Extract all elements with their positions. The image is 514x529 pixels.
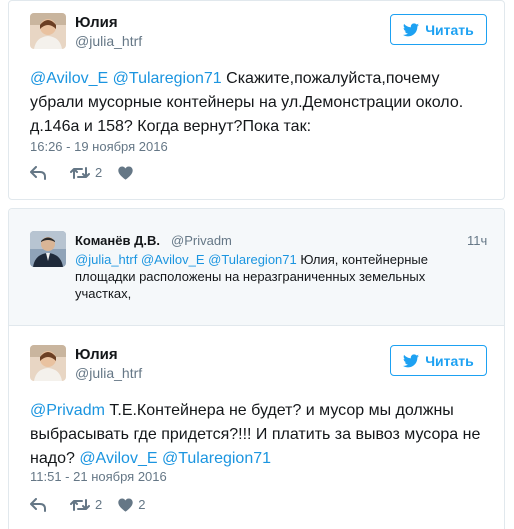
- retweet-button[interactable]: 2: [70, 497, 102, 512]
- follow-button[interactable]: Читать: [390, 14, 487, 45]
- reply-button[interactable]: [30, 165, 46, 180]
- mention-link[interactable]: @julia_htrf: [75, 252, 137, 267]
- quoted-time[interactable]: 11ч: [467, 233, 487, 248]
- author-handle[interactable]: @julia_htrf: [75, 33, 142, 49]
- mention-link[interactable]: @Tularegion71: [208, 252, 297, 267]
- quoted-avatar[interactable]: [30, 231, 66, 267]
- twitter-bird-icon: [403, 353, 420, 367]
- reply-icon: [30, 165, 46, 180]
- mention-link[interactable]: @Avilov_E: [79, 450, 157, 467]
- tweet-card-reply: Команёв Д.В. @Privadm 11ч @julia_htrf @A…: [8, 208, 505, 529]
- quoted-tweet-text: @julia_htrf @Avilov_E @Tularegion71 Юлия…: [75, 251, 475, 302]
- tweet-card: Юлия @julia_htrf Читать @Avilov_E @Tular…: [8, 0, 505, 200]
- retweet-button[interactable]: 2: [70, 165, 102, 180]
- avatar[interactable]: [30, 345, 66, 381]
- avatar[interactable]: [30, 13, 66, 49]
- author-handle[interactable]: @julia_htrf: [75, 365, 142, 381]
- retweet-icon: [70, 498, 90, 511]
- mention-link[interactable]: @Avilov_E: [30, 70, 108, 87]
- like-button[interactable]: 2: [118, 497, 145, 512]
- twitter-bird-icon: [403, 22, 420, 36]
- follow-button[interactable]: Читать: [390, 345, 487, 376]
- mention-link[interactable]: @Avilov_E: [141, 252, 205, 267]
- quoted-author-handle[interactable]: @Privadm: [171, 233, 232, 248]
- follow-button-label: Читать: [425, 352, 474, 369]
- heart-icon: [118, 497, 133, 512]
- timestamp[interactable]: 11:51 - 21 ноября 2016: [30, 469, 167, 484]
- follow-button-label: Читать: [425, 21, 474, 38]
- tweet-text: @Avilov_E @Tularegion71 Скажите,пожалуйс…: [30, 67, 475, 139]
- tweet-actions: 2: [30, 165, 133, 180]
- mention-link[interactable]: @Tularegion71: [162, 450, 271, 467]
- heart-icon: [118, 165, 133, 180]
- retweet-count: 2: [95, 165, 103, 180]
- author-name[interactable]: Юлия: [75, 14, 118, 31]
- like-count: 2: [138, 497, 146, 512]
- like-button[interactable]: [118, 165, 133, 180]
- mention-link[interactable]: @Tularegion71: [113, 70, 222, 87]
- retweet-count: 2: [95, 497, 103, 512]
- mention-link[interactable]: @Privadm: [30, 402, 105, 419]
- reply-button[interactable]: [30, 497, 46, 512]
- retweet-icon: [70, 166, 90, 179]
- timestamp[interactable]: 16:26 - 19 ноября 2016: [30, 139, 168, 154]
- reply-icon: [30, 497, 46, 512]
- author-name[interactable]: Юлия: [75, 346, 118, 363]
- tweet-actions: 2 2: [30, 497, 145, 512]
- quoted-author-name[interactable]: Команёв Д.В.: [75, 233, 160, 248]
- tweet-text: @Privadm Т.Е.Контейнера не будет? и мусо…: [30, 399, 485, 471]
